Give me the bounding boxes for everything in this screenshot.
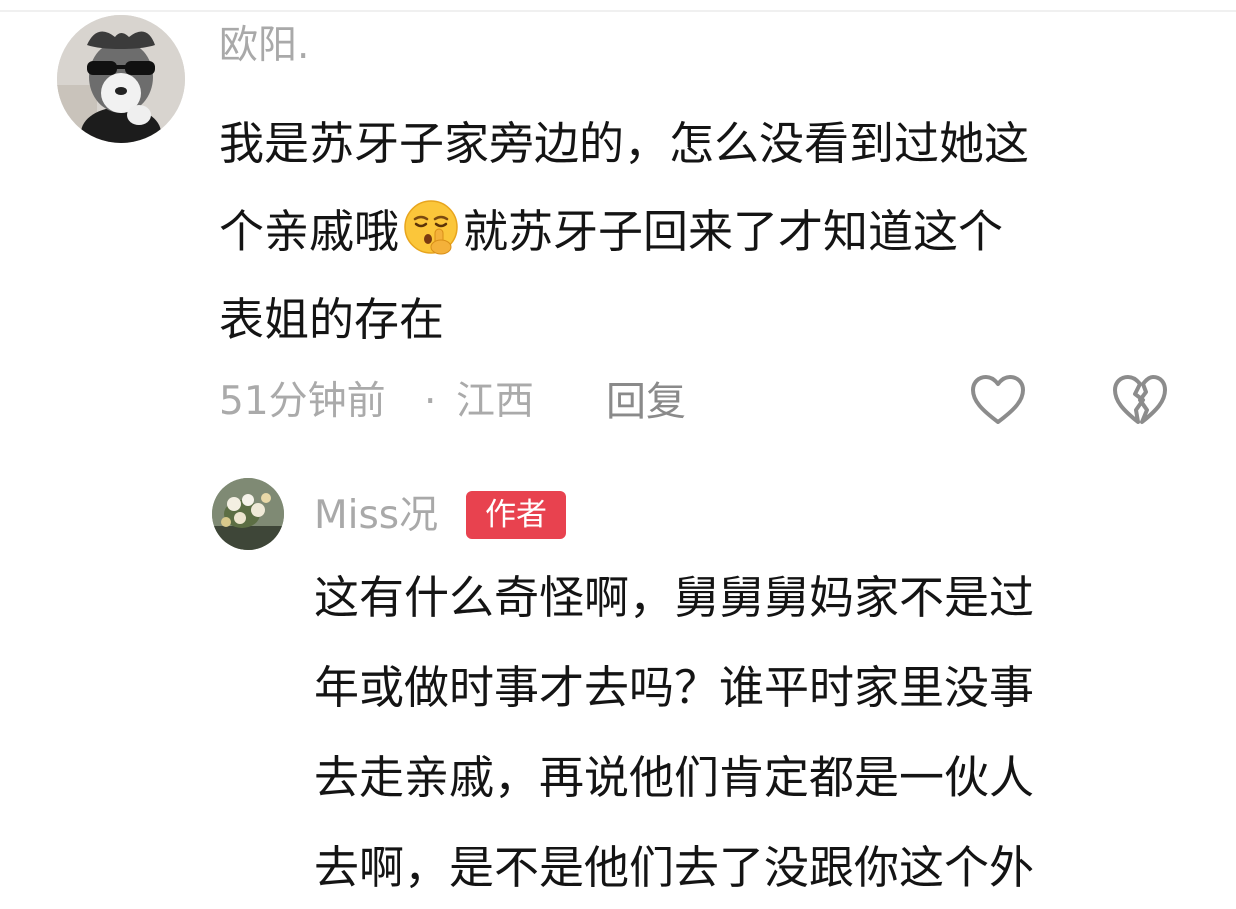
- heart-outline-icon[interactable]: [968, 372, 1028, 428]
- meta-separator: ·: [424, 379, 437, 424]
- reply-line: 年或做时事才去吗？谁平时家里没事: [314, 661, 1035, 714]
- reply-line: 这有什么奇怪啊，舅舅舅妈家不是过: [314, 571, 1035, 624]
- comment-text: 我是苏牙子家旁边的，怎么没看到过她这 个亲戚哦 就苏牙子回来了才知道这个 表姐的…: [219, 100, 1029, 364]
- comment-line: 我是苏牙子家旁边的，怎么没看到过她这: [219, 117, 1030, 170]
- author-badge: 作者: [466, 491, 566, 539]
- top-divider: [0, 10, 1236, 12]
- comment-line-segment: 就苏牙子回来了才知道这个: [463, 205, 1004, 258]
- reply-text: 这有什么奇怪啊，舅舅舅妈家不是过 年或做时事才去吗？谁平时家里没事 去走亲戚，再…: [314, 553, 1034, 909]
- shushing-face-emoji-icon: [401, 197, 461, 257]
- avatar[interactable]: [57, 15, 185, 143]
- broken-heart-icon[interactable]: [1110, 372, 1170, 428]
- comment-location: 江西: [456, 379, 535, 424]
- reply-line: 去啊，是不是他们去了没跟你这个外: [314, 841, 1035, 894]
- reply-username[interactable]: Miss况: [314, 492, 438, 540]
- comment-username[interactable]: 欧阳.: [219, 22, 309, 70]
- comment-line-segment: 个亲戚哦: [219, 205, 400, 258]
- avatar[interactable]: [212, 478, 284, 550]
- comment-timestamp: 51分钟前: [219, 379, 386, 424]
- comment-line: 个亲戚哦 就苏牙子回来了才知道这个: [219, 188, 1029, 276]
- dog-avatar-image: [57, 15, 185, 143]
- reply-line: 去走亲戚，再说他们肯定都是一伙人: [314, 751, 1035, 804]
- comment-line: 表姐的存在: [219, 293, 445, 346]
- flower-avatar-image: [212, 478, 284, 550]
- reply-button[interactable]: 回复: [606, 376, 686, 428]
